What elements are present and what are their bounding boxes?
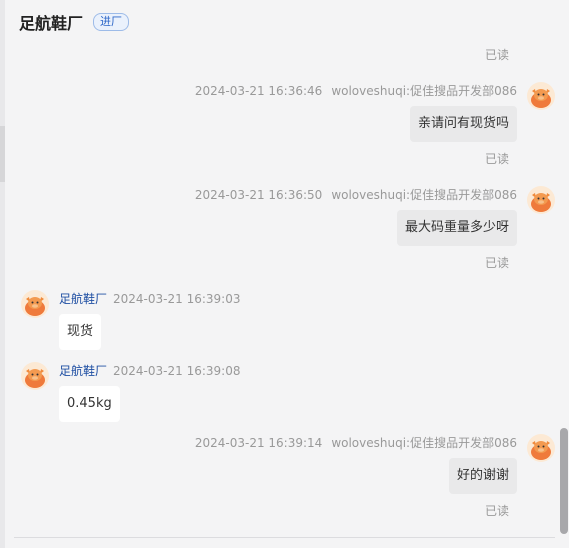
message-time: 2024-03-21 16:39:08 [113,364,241,378]
message-sender: woloveshuqi:促佳搜品开发部086 [331,436,517,450]
message-time: 2024-03-21 16:36:46 [194,84,323,98]
bull-avatar-icon [25,369,45,388]
avatar[interactable] [527,186,555,214]
input-divider [14,537,555,538]
message-sender: woloveshuqi:促佳搜品开发部086 [331,84,517,98]
avatar[interactable] [21,362,49,390]
message-bubble[interactable]: 最大码重量多少呀 [396,210,517,246]
bull-avatar-icon [25,297,45,316]
scrollbar-thumb[interactable] [560,428,568,534]
message-meta: 2024-03-21 16:36:46 woloveshuqi:促佳搜品开发部08… [195,82,517,99]
chat-header: 足航鞋厂 进厂 [5,0,569,44]
read-status: 已读 [484,256,509,270]
bull-avatar-icon [531,441,551,460]
message-list[interactable]: 已读 2024-03-21 16:36:46 woloveshuqi:促佳搜品开发… [5,44,569,538]
read-status: 已读 [484,48,509,62]
bull-avatar-icon [531,193,551,212]
message-bubble[interactable]: 亲请问有现货吗 [409,106,517,142]
avatar[interactable] [527,434,555,462]
message-meta: 2024-03-21 16:39:14 woloveshuqi:促佳搜品开发部08… [195,434,517,451]
message-time: 2024-03-21 16:36:50 [194,188,323,202]
message-time: 2024-03-21 16:39:14 [194,436,323,450]
factory-tag[interactable]: 进厂 [93,13,130,31]
message-meta: 足航鞋厂 2024-03-21 16:39:08 [59,362,240,379]
message-time: 2024-03-21 16:39:03 [113,292,241,306]
avatar[interactable] [21,290,49,318]
message-meta: 足航鞋厂 2024-03-21 16:39:03 [59,290,240,307]
avatar[interactable] [527,82,555,110]
message-bubble[interactable]: 0.45kg [59,386,120,422]
chat-title: 足航鞋厂 [19,14,84,33]
message-bubble[interactable]: 现货 [59,314,102,350]
message-sender: woloveshuqi:促佳搜品开发部086 [331,188,517,202]
read-status: 已读 [484,504,509,518]
message-bubble[interactable]: 好的谢谢 [448,458,517,494]
message-sender[interactable]: 足航鞋厂 [59,364,107,378]
bull-avatar-icon [531,89,551,108]
message-sender[interactable]: 足航鞋厂 [59,292,107,306]
read-status: 已读 [484,152,509,166]
message-meta: 2024-03-21 16:36:50 woloveshuqi:促佳搜品开发部08… [195,186,517,203]
